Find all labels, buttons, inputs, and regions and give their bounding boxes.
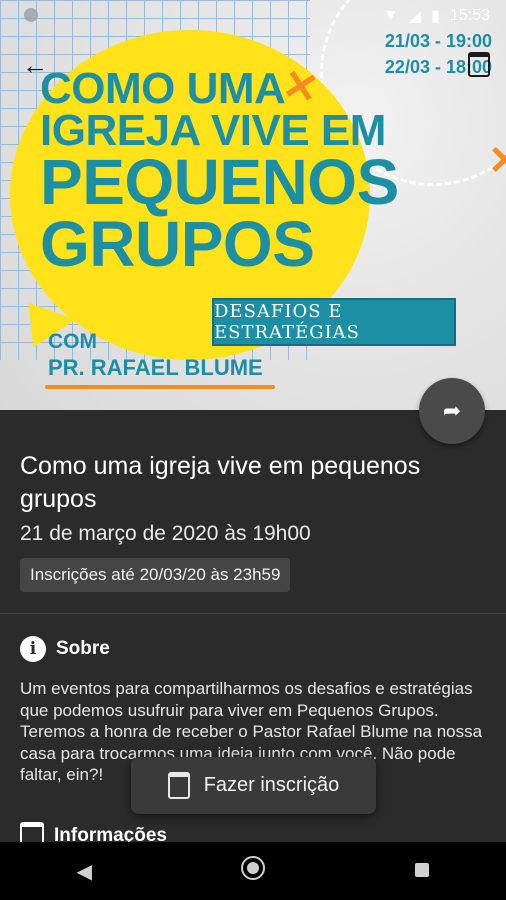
share-icon: ➦ (442, 398, 462, 423)
status-time: 15:53 (449, 7, 490, 24)
about-section-header: i Sobre (20, 636, 110, 662)
calendar-edit-icon (167, 772, 190, 799)
about-title: Sobre (56, 638, 110, 659)
banner-title-line: GRUPOS (40, 207, 315, 280)
banner-title-line: COMO UMA (40, 64, 286, 113)
event-title: Como uma igreja vive em pequenos grupos (20, 452, 421, 513)
system-nav-bar: ◀ (0, 842, 506, 900)
register-button[interactable]: Fazer inscrição (131, 757, 376, 814)
divider (0, 613, 506, 614)
orange-underline (45, 385, 275, 389)
event-date: 21 de março de 2020 às 19h00 (20, 522, 311, 545)
nav-recents-icon (414, 862, 429, 877)
banner-subtitle: DESAFIOS E ESTRATÉGIAS (212, 298, 456, 346)
banner-pastor-name: PR. RAFAEL BLUME (48, 355, 263, 380)
register-button-label: Fazer inscrição (203, 774, 340, 796)
arrow-back-icon: ← (22, 50, 48, 80)
nav-back-button[interactable]: ◀ (54, 859, 114, 884)
wifi-icon: ▼ (382, 7, 399, 24)
status-icons: ▼ ◢ ▮ 15:53 (383, 6, 490, 26)
banner-title-line: PEQUENOS (40, 146, 399, 219)
x-decoration-icon: ✕ (488, 139, 506, 183)
nav-home-icon (240, 856, 265, 880)
status-bar: ▼ ◢ ▮ 15:53 (0, 0, 506, 32)
share-button[interactable]: ➦ (419, 378, 485, 444)
nav-recents-button[interactable] (392, 860, 452, 883)
battery-icon: ▮ (431, 8, 440, 25)
nav-home-button[interactable] (223, 856, 283, 886)
banner-with-label: COM (48, 330, 97, 353)
signal-icon: ◢ (408, 8, 422, 25)
add-to-calendar-icon[interactable] (468, 52, 490, 77)
nav-back-icon: ◀ (76, 860, 93, 883)
notification-dot-icon (24, 8, 38, 22)
registration-deadline-badge: Inscrições até 20/03/20 às 23h59 (20, 558, 291, 592)
event-banner: ✕ ✕ COMO UMA IGREJA VIVE EM PEQUENOS GRU… (0, 0, 506, 410)
back-button[interactable]: ← (22, 50, 48, 81)
info-icon: i (20, 636, 46, 662)
banner-title: COMO UMA IGREJA VIVE EM PEQUENOS GRUPOS (40, 64, 399, 280)
